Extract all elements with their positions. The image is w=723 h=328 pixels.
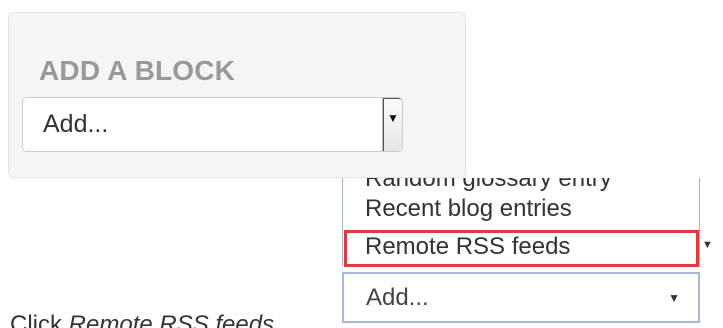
caption-target: Remote RSS feeds (68, 311, 275, 328)
add-block-select-collapsed-value: Add... (366, 284, 429, 311)
highlight-box-remote-rss (344, 230, 699, 267)
add-block-panel: ADD A BLOCK Add... ▼ (8, 12, 466, 178)
caption-prefix: Click (10, 311, 69, 328)
triangle-down-icon: ▼ (387, 111, 399, 125)
triangle-down-icon: ▼ (702, 239, 713, 251)
instruction-caption: Click Remote RSS feeds (10, 310, 274, 328)
add-block-select-collapsed[interactable]: Add... ▼ (342, 272, 700, 323)
option-random-glossary-entry[interactable]: Random glossary entry (365, 178, 612, 194)
block-title: ADD A BLOCK (39, 55, 236, 86)
select-arrow-button[interactable]: ▼ (382, 98, 402, 151)
chevron-down-icon: ▼ (668, 291, 680, 305)
option-recent-blog-entries[interactable]: Recent blog entries (365, 194, 572, 224)
add-block-select[interactable]: Add... ▼ (22, 97, 403, 152)
add-block-select-value: Add... (43, 110, 109, 138)
